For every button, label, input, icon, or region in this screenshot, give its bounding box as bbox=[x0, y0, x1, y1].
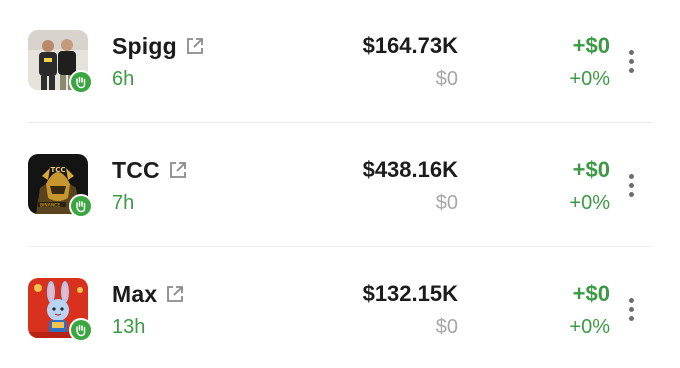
account-age: 7h bbox=[112, 192, 135, 214]
more-vertical-icon[interactable] bbox=[625, 50, 637, 76]
more-vertical-icon[interactable] bbox=[625, 298, 637, 324]
wave-hand-icon bbox=[69, 318, 93, 342]
account-change: +$0 bbox=[572, 157, 610, 182]
list-item[interactable]: Spigg 6h $164.73K $0 +$0 +0% bbox=[0, 0, 680, 120]
account-name: Spigg bbox=[112, 32, 177, 59]
account-sub-value: $0 bbox=[435, 192, 458, 214]
account-change: +$0 bbox=[572, 281, 610, 306]
account-sub-value: $0 bbox=[435, 316, 458, 338]
wave-hand-icon bbox=[69, 194, 93, 218]
wave-hand-icon bbox=[69, 70, 93, 94]
external-link-icon[interactable] bbox=[168, 160, 188, 180]
svg-text:BINANCE: BINANCE bbox=[40, 203, 60, 209]
external-link-icon[interactable] bbox=[165, 284, 185, 304]
avatar[interactable] bbox=[28, 278, 93, 342]
account-change-percent: +0% bbox=[569, 316, 610, 338]
divider bbox=[28, 246, 652, 247]
svg-text:TCC: TCC bbox=[50, 166, 65, 174]
more-vertical-icon[interactable] bbox=[625, 174, 637, 200]
account-name: Max bbox=[112, 280, 158, 307]
account-value: $164.73K bbox=[362, 33, 458, 58]
account-value: $438.16K bbox=[362, 157, 458, 182]
account-change-percent: +0% bbox=[569, 192, 610, 214]
account-change: +$0 bbox=[572, 33, 610, 58]
account-value: $132.15K bbox=[362, 281, 458, 306]
list-item[interactable]: TCC BINANCE TCC 7h $438.16K $0 +$0 +0% bbox=[0, 124, 680, 244]
list-item[interactable]: Max 13h $132.15K $0 +$0 +0% bbox=[0, 248, 680, 368]
divider bbox=[28, 122, 652, 123]
avatar[interactable] bbox=[28, 30, 93, 94]
account-change-percent: +0% bbox=[569, 68, 610, 90]
avatar[interactable]: TCC BINANCE bbox=[28, 154, 93, 218]
external-link-icon[interactable] bbox=[185, 36, 205, 56]
account-name: TCC bbox=[112, 156, 160, 183]
account-age: 13h bbox=[112, 316, 146, 338]
account-age: 6h bbox=[112, 68, 135, 90]
account-list: Spigg 6h $164.73K $0 +$0 +0% TCC BINANCE… bbox=[0, 0, 680, 357]
account-sub-value: $0 bbox=[435, 68, 458, 90]
